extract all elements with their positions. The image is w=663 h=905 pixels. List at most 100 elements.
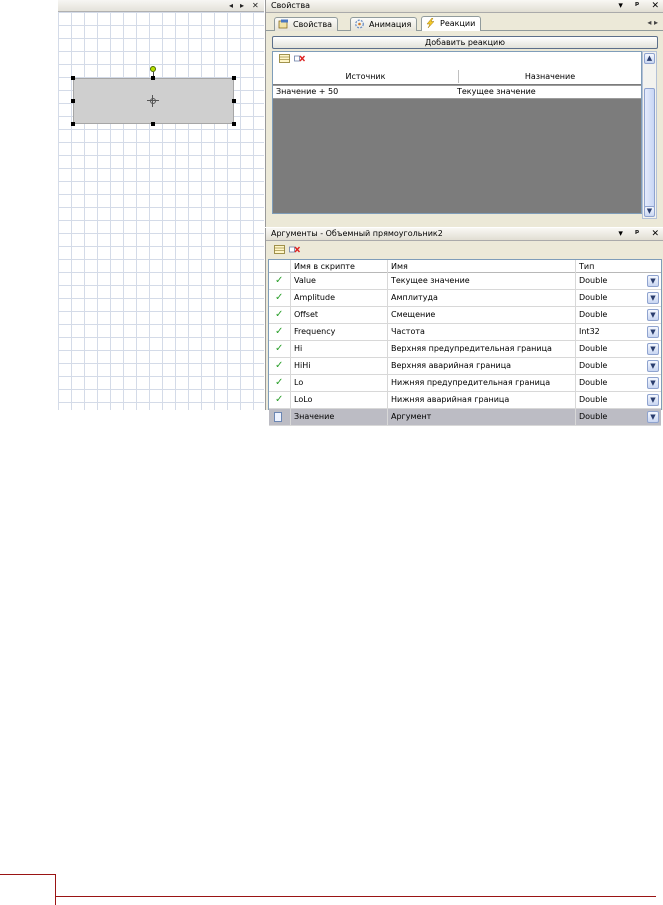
type-cell[interactable]: Double ▼ <box>576 375 661 392</box>
table-row[interactable]: ✓ Frequency Частота Int32 ▼ <box>269 324 661 341</box>
scroll-right-icon[interactable]: ▸ <box>240 1 244 11</box>
table-row[interactable]: ✓ Lo Нижняя предупредительная граница Doubl… <box>269 375 661 392</box>
reactions-scrollbar[interactable]: ▲ ▼ <box>642 51 657 219</box>
pin-icon[interactable]: ᵖ <box>635 1 639 11</box>
name-cell[interactable]: Текущее значение <box>388 273 576 290</box>
resize-handle-top-right[interactable] <box>232 76 236 80</box>
arguments-panel-title: Аргументы - Объемный прямоугольник2 <box>271 229 443 238</box>
chevron-down-icon[interactable]: ▼ <box>647 275 659 287</box>
type-cell[interactable]: Double ▼ <box>576 392 661 409</box>
delete-argument-icon[interactable] <box>289 245 300 254</box>
pin-icon[interactable]: ᵖ <box>635 229 639 239</box>
properties-panel: Свойства ▾ ᵖ ✕ Свойства Анимация Реакции… <box>265 0 663 227</box>
chevron-down-icon[interactable]: ▼ <box>647 411 659 423</box>
check-icon: ✓ <box>275 326 284 337</box>
script-name-cell[interactable]: LoLo <box>291 392 388 409</box>
row-state-cell: ✓ <box>269 358 291 375</box>
check-icon: ✓ <box>275 360 284 371</box>
resize-handle-bottom-right[interactable] <box>232 122 236 126</box>
dropdown-icon[interactable]: ▾ <box>618 1 623 11</box>
reaction-source-cell[interactable]: Значение + 50 <box>273 86 453 98</box>
tab-properties[interactable]: Свойства <box>274 17 339 31</box>
resize-handle-top[interactable] <box>151 76 155 80</box>
dropdown-icon[interactable]: ▾ <box>618 229 623 239</box>
chevron-down-icon[interactable]: ▼ <box>647 309 659 321</box>
name-cell[interactable]: Смещение <box>388 307 576 324</box>
name-cell[interactable]: Частота <box>388 324 576 341</box>
design-canvas[interactable] <box>58 12 264 410</box>
add-argument-icon[interactable] <box>274 245 285 254</box>
script-name-cell[interactable]: Value <box>291 273 388 290</box>
name-cell[interactable]: Верхняя аварийная граница <box>388 358 576 375</box>
animation-icon <box>355 19 364 29</box>
name-cell[interactable]: Амплитуда <box>388 290 576 307</box>
reaction-target-cell[interactable]: Текущее значение <box>454 86 634 98</box>
scroll-up-icon[interactable]: ▲ <box>644 53 655 64</box>
tab-scroll-arrows[interactable]: ◂ ▸ <box>647 18 658 27</box>
scroll-left-icon[interactable]: ◂ <box>229 1 233 11</box>
name-cell[interactable]: Нижняя предупредительная граница <box>388 375 576 392</box>
tab-animation[interactable]: Анимация <box>350 17 418 31</box>
column-header-source[interactable]: Источник <box>273 70 459 83</box>
resize-handle-bottom-left[interactable] <box>71 122 75 126</box>
table-row[interactable]: ✓ Offset Смещение Double ▼ <box>269 307 661 324</box>
column-header-script-name[interactable]: Имя в скрипте <box>291 260 388 273</box>
table-row[interactable]: ✓ LoLo Нижняя аварийная граница Double ▼ <box>269 392 661 409</box>
resize-handle-right[interactable] <box>232 99 236 103</box>
resize-handle-bottom[interactable] <box>151 122 155 126</box>
name-cell[interactable]: Верхняя предупредительная граница <box>388 341 576 358</box>
check-icon: ✓ <box>275 343 284 354</box>
script-name-cell[interactable]: Hi <box>291 341 388 358</box>
page-number-box <box>0 874 56 905</box>
table-row[interactable]: ✓ Amplitude Амплитуда Double ▼ <box>269 290 661 307</box>
row-state-cell: ✓ <box>269 273 291 290</box>
rotation-handle[interactable] <box>150 66 156 72</box>
table-row[interactable]: ✓ Hi Верхняя предупредительная граница Doub… <box>269 341 661 358</box>
type-cell[interactable]: Double ▼ <box>576 358 661 375</box>
chevron-down-icon[interactable]: ▼ <box>647 326 659 338</box>
table-row[interactable]: ✓ Value Текущее значение Double ▼ <box>269 273 661 290</box>
close-icon[interactable]: ✕ <box>651 1 659 11</box>
add-row-icon[interactable] <box>279 54 290 63</box>
scroll-down-icon[interactable]: ▼ <box>644 206 655 217</box>
chevron-down-icon[interactable]: ▼ <box>647 292 659 304</box>
check-icon: ✓ <box>275 275 284 286</box>
script-name-cell[interactable]: HiHi <box>291 358 388 375</box>
table-row[interactable]: Значение + 50 Текущее значение <box>273 85 641 99</box>
type-cell[interactable]: Double ▼ <box>576 341 661 358</box>
type-cell[interactable]: Double ▼ <box>576 409 661 426</box>
reactions-table: Источник Назначение Значение + 50 Текуще… <box>272 64 642 214</box>
column-header-name[interactable]: Имя <box>388 260 576 273</box>
tab-properties-label: Свойства <box>293 20 333 29</box>
type-cell[interactable]: Double ▼ <box>576 307 661 324</box>
table-row[interactable]: Значение Аргумент Double ▼ <box>269 409 661 426</box>
script-name-cell[interactable]: Offset <box>291 307 388 324</box>
chevron-down-icon[interactable]: ▼ <box>647 394 659 406</box>
tab-reactions[interactable]: Реакции <box>421 16 482 31</box>
script-name-cell[interactable]: Amplitude <box>291 290 388 307</box>
table-row[interactable]: ✓ HiHi Верхняя аварийная граница Double ▼ <box>269 358 661 375</box>
type-cell[interactable]: Double ▼ <box>576 290 661 307</box>
type-cell[interactable]: Double ▼ <box>576 273 661 290</box>
script-name-cell[interactable]: Frequency <box>291 324 388 341</box>
delete-row-icon[interactable] <box>294 54 305 63</box>
scrollbar-thumb[interactable] <box>644 88 655 208</box>
close-icon[interactable]: ✕ <box>651 229 659 239</box>
resize-handle-top-left[interactable] <box>71 76 75 80</box>
add-reaction-button[interactable]: Добавить реакцию <box>272 36 658 49</box>
resize-handle-left[interactable] <box>71 99 75 103</box>
name-cell[interactable]: Нижняя аварийная граница <box>388 392 576 409</box>
column-header-state <box>269 260 291 273</box>
chevron-down-icon[interactable]: ▼ <box>647 377 659 389</box>
center-crosshair-icon[interactable] <box>147 95 159 107</box>
chevron-down-icon[interactable]: ▼ <box>647 360 659 372</box>
name-cell[interactable]: Аргумент <box>388 409 576 426</box>
chevron-down-icon[interactable]: ▼ <box>647 343 659 355</box>
type-value: Int32 <box>579 327 600 336</box>
script-name-cell[interactable]: Lo <box>291 375 388 392</box>
type-cell[interactable]: Int32 ▼ <box>576 324 661 341</box>
column-header-target[interactable]: Назначение <box>459 70 641 83</box>
column-header-type[interactable]: Тип <box>576 260 661 273</box>
script-name-cell[interactable]: Значение <box>291 409 388 426</box>
close-icon[interactable]: ✕ <box>252 1 259 11</box>
